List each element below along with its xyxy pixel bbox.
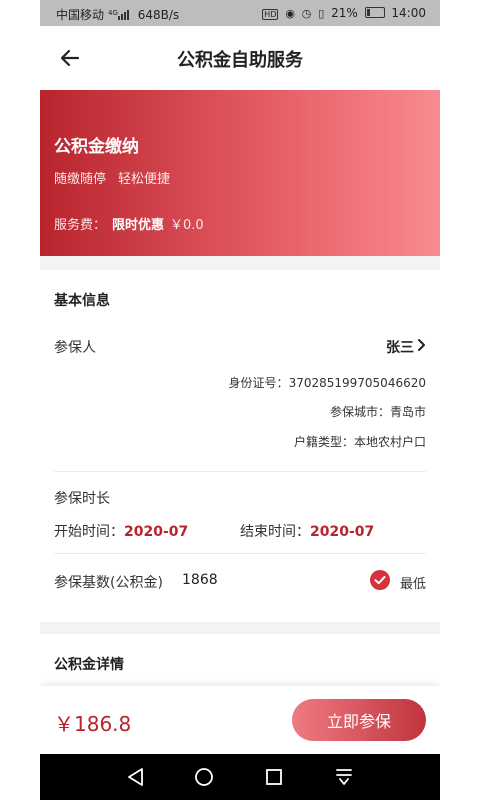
city-value: 青岛市 — [389, 405, 426, 419]
system-nav-bar — [40, 754, 440, 800]
app-header: 公积金自助服务 — [40, 26, 440, 90]
household-label: 户籍类型： — [293, 435, 354, 449]
id-label: 身份证号： — [228, 376, 289, 390]
section-title-details: 公积金详情 — [54, 657, 124, 673]
eye-icon: ◉ — [285, 7, 295, 20]
chevron-right-icon[interactable] — [416, 338, 428, 352]
insured-name[interactable]: 张三 — [386, 337, 414, 357]
city-label: 参保城市： — [329, 405, 390, 419]
end-label: 结束时间： — [240, 524, 310, 540]
hero-tag: 随缴随停 — [54, 172, 107, 187]
carrier-name: 中国移动 — [56, 8, 105, 22]
insured-city-row: 参保城市：青岛市 — [330, 403, 426, 420]
page-title: 公积金自助服务 — [177, 50, 303, 71]
fee-promo: 限时优惠 — [112, 218, 165, 233]
fee-label: 服务费： — [54, 218, 107, 233]
duration-label: 参保时长 — [54, 491, 110, 507]
basic-info-card: 基本信息 参保人 张三 身份证号：370285199705046620 参保城市… — [40, 270, 440, 622]
divider — [54, 553, 426, 554]
circle-home-icon[interactable] — [192, 766, 216, 788]
start-date[interactable]: 开始时间：2020-07 — [54, 521, 188, 541]
phone-screen: 中国移动 4G 648B/s HD ◉ ◷ ▯ 21% 14:00 公积金自助服务… — [40, 0, 440, 800]
base-value: 1868 — [182, 572, 218, 588]
id-value: 370285199705046620 — [288, 376, 426, 390]
household-value: 本地农村户口 — [353, 435, 426, 449]
check-icon — [374, 576, 386, 585]
start-value: 2020-07 — [124, 524, 189, 540]
vibrate-icon: ▯ — [318, 7, 325, 20]
signal-icon: 4G — [108, 9, 130, 23]
battery-icon — [364, 7, 385, 18]
menu-down-icon[interactable] — [332, 766, 356, 788]
lowest-label: 最低 — [399, 577, 426, 592]
network-type: 4G — [108, 9, 118, 17]
status-left: 中国移动 4G 648B/s — [56, 6, 183, 23]
hero-tag: 轻松便捷 — [118, 172, 171, 187]
divider — [54, 471, 426, 472]
bottom-bar: ￥186.8 立即参保 — [40, 686, 440, 754]
square-recent-icon[interactable] — [262, 766, 286, 788]
alarm-icon: ◷ — [301, 7, 312, 20]
start-label: 开始时间： — [54, 524, 124, 540]
end-date[interactable]: 结束时间：2020-07 — [240, 521, 374, 541]
battery-fill — [366, 9, 370, 16]
total-price: ￥186.8 — [54, 712, 132, 736]
enroll-now-button[interactable]: 立即参保 — [292, 699, 426, 741]
section-title-basic: 基本信息 — [54, 293, 110, 309]
battery-percent: 21% — [331, 6, 358, 20]
end-value: 2020-07 — [310, 524, 375, 540]
id-number-row: 身份证号：370285199705046620 — [229, 374, 426, 391]
details-card: 公积金详情 — [40, 634, 440, 686]
triangle-back-icon[interactable] — [124, 766, 148, 788]
hd-icon: HD — [262, 9, 279, 20]
section-gap — [40, 622, 440, 634]
lowest-checkbox[interactable] — [370, 570, 390, 590]
insured-label: 参保人 — [54, 340, 96, 356]
status-bar: 中国移动 4G 648B/s HD ◉ ◷ ▯ 21% 14:00 — [40, 0, 440, 26]
status-right: HD ◉ ◷ ▯ 21% 14:00 — [259, 6, 426, 20]
fee-value: ￥0.0 — [170, 218, 204, 233]
hero-title: 公积金缴纳 — [54, 137, 139, 157]
household-type-row: 户籍类型：本地农村户口 — [294, 433, 426, 450]
network-speed: 648B/s — [137, 8, 180, 22]
service-fee: 服务费： 限时优惠 ￥0.0 — [54, 214, 204, 233]
status-time: 14:00 — [391, 6, 426, 20]
section-gap — [40, 256, 440, 270]
hero-banner: 公积金缴纳 随缴随停 轻松便捷 服务费： 限时优惠 ￥0.0 — [40, 90, 440, 256]
hero-tags: 随缴随停 轻松便捷 — [54, 168, 182, 187]
base-label: 参保基数(公积金) — [54, 575, 163, 591]
